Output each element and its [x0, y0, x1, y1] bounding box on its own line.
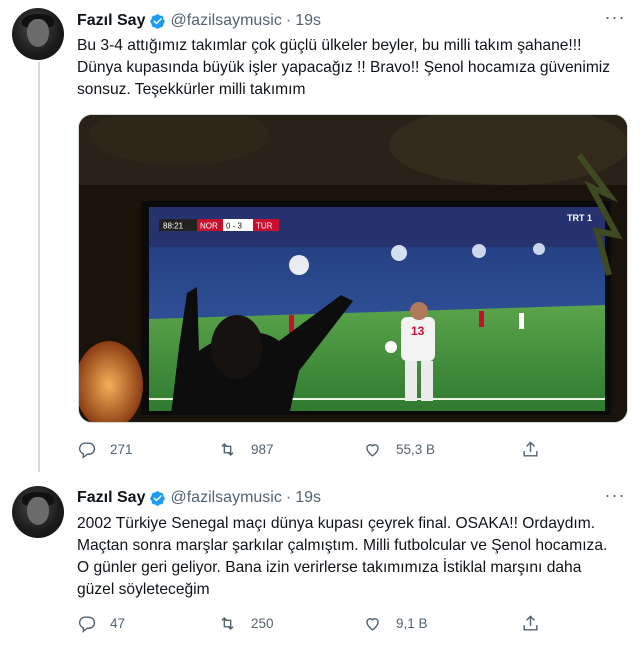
- scoreboard-time: 88:21: [163, 222, 184, 231]
- like-button[interactable]: 9,1 B: [363, 612, 428, 634]
- share-icon: [523, 614, 538, 631]
- scoreboard-home: NOR: [200, 222, 218, 231]
- tv-screen-photo: 88:21 NOR 0 - 3 TUR TRT 1 13: [79, 115, 627, 422]
- like-count: 9,1 B: [396, 615, 428, 631]
- retweet-icon: [221, 442, 234, 456]
- like-count: 55,3 B: [396, 441, 436, 457]
- player-number: 13: [411, 324, 425, 338]
- like-icon: [366, 617, 379, 631]
- like-icon: [366, 443, 379, 457]
- share-button[interactable]: [521, 612, 554, 634]
- like-button[interactable]: 55,3 B: [363, 438, 435, 460]
- tweet-header: Fazıl Say @fazilsaymusic · 19s: [77, 10, 321, 32]
- author-name[interactable]: Fazıl Say: [77, 12, 145, 30]
- timestamp[interactable]: 19s: [295, 489, 321, 507]
- reply-icon: [78, 441, 96, 459]
- reply-button[interactable]: 47: [77, 612, 125, 634]
- author-handle[interactable]: @fazilsaymusic: [170, 489, 281, 507]
- retweet-button[interactable]: 250: [218, 612, 274, 634]
- retweet-icon: [221, 616, 234, 630]
- avatar[interactable]: [12, 8, 64, 60]
- channel-logo: TRT 1: [567, 213, 592, 223]
- scoreboard-score: 0 - 3: [226, 222, 243, 231]
- tweet-text: 2002 Türkiye Senegal maçı dünya kupası ç…: [77, 515, 608, 598]
- author-handle[interactable]: @fazilsaymusic: [170, 12, 281, 30]
- tweet[interactable]: Fazıl Say @fazilsaymusic · 19s ··· 2002 …: [0, 470, 640, 647]
- tweet[interactable]: Fazıl Say @fazilsaymusic · 19s ··· Bu 3-…: [0, 0, 640, 470]
- tweet-text: Bu 3-4 attığımız takımlar çok güçlü ülke…: [77, 37, 611, 98]
- scoreboard-away: TUR: [256, 222, 273, 231]
- retweet-count: 250: [251, 615, 274, 631]
- separator-dot: ·: [285, 489, 292, 506]
- verified-badge-icon: [150, 490, 166, 506]
- more-icon[interactable]: ···: [604, 486, 626, 508]
- tweet-header: Fazıl Say @fazilsaymusic · 19s: [77, 487, 321, 509]
- author-name[interactable]: Fazıl Say: [77, 489, 145, 507]
- reply-icon: [78, 615, 96, 633]
- timestamp[interactable]: 19s: [295, 12, 321, 30]
- share-button[interactable]: [521, 438, 554, 460]
- share-icon: [523, 440, 538, 457]
- reply-count: 47: [110, 615, 126, 631]
- tweet-actions: 271 987 55,3 B: [77, 438, 547, 460]
- retweet-button[interactable]: 987: [218, 438, 274, 460]
- separator-dot: ·: [285, 12, 292, 29]
- more-icon[interactable]: ···: [604, 8, 626, 30]
- reply-count: 271: [110, 441, 133, 457]
- verified-badge-icon: [150, 13, 166, 29]
- retweet-count: 987: [251, 441, 274, 457]
- tweet-actions: 47 250 9,1 B: [77, 612, 547, 634]
- tweet-media-photo[interactable]: 88:21 NOR 0 - 3 TUR TRT 1 13: [78, 114, 628, 423]
- avatar[interactable]: [12, 486, 64, 538]
- reply-button[interactable]: 271: [77, 438, 133, 460]
